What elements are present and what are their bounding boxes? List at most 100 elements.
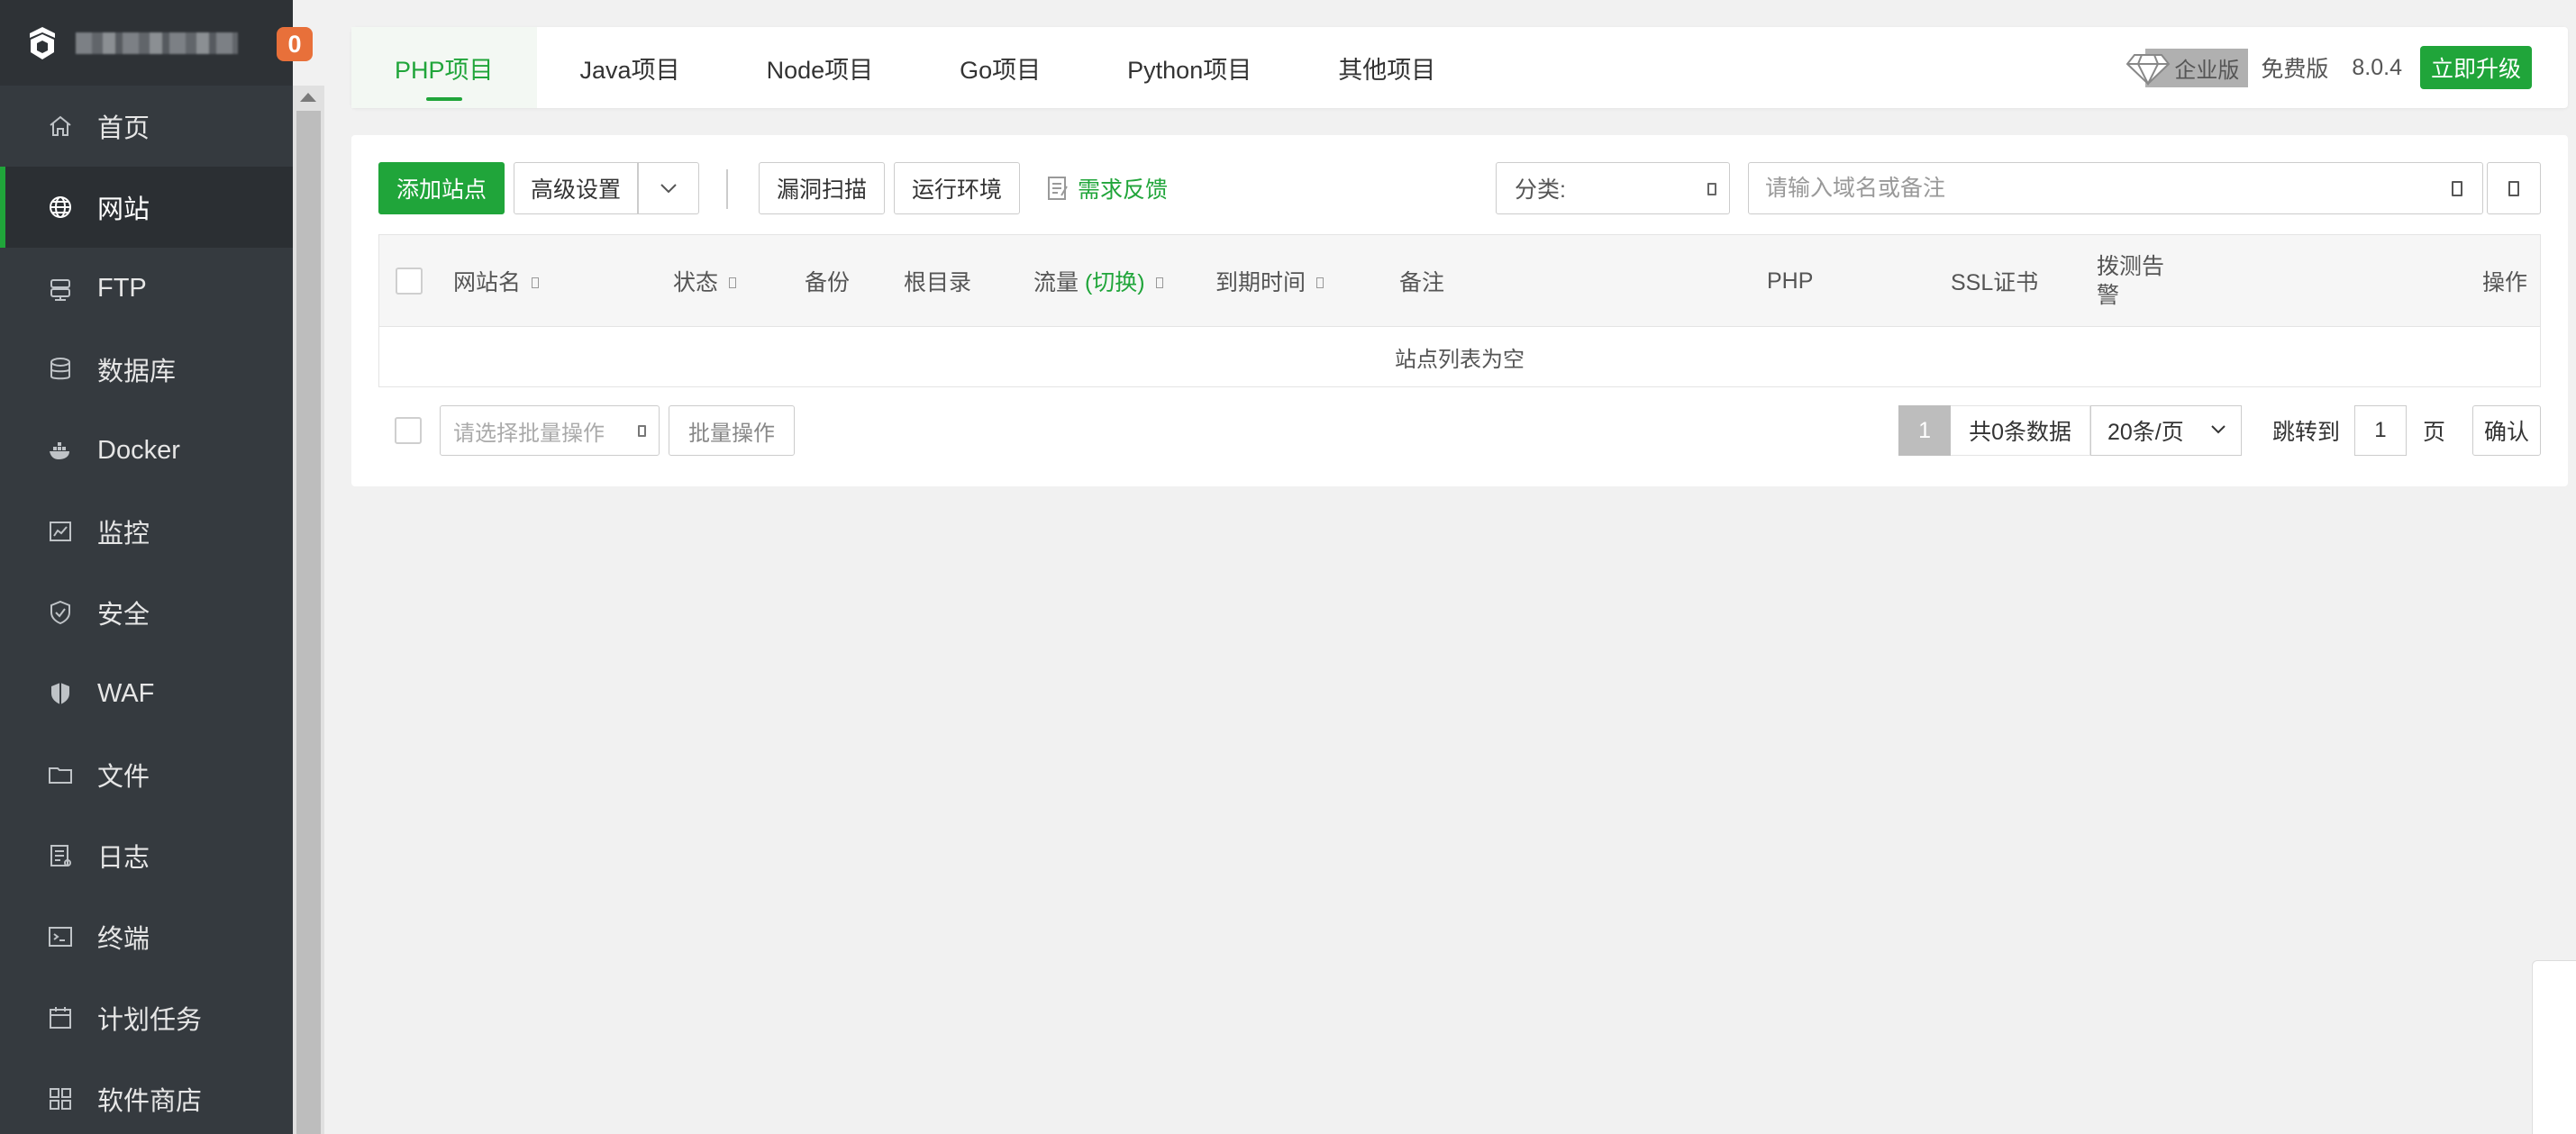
- category-label: 分类:: [1515, 177, 1566, 203]
- sidebar-item-monitor[interactable]: 监控: [0, 491, 293, 572]
- select-all-checkbox[interactable]: [396, 268, 423, 295]
- tab-php[interactable]: PHP项目: [351, 27, 537, 108]
- sidebar-item-label: WAF: [97, 678, 155, 708]
- sidebar: 0 首页 网站 FTP 数据库 Docker 监控 安全 WAF 文件 日志 终…: [0, 0, 313, 1134]
- monitor-icon: [47, 518, 74, 545]
- tab-node[interactable]: Node项目: [724, 27, 917, 108]
- scrollbar-thumb[interactable]: [296, 111, 321, 1134]
- vulnerability-scan-button[interactable]: 漏洞扫描: [759, 162, 885, 214]
- page-unit-label: 页: [2422, 420, 2445, 445]
- sidebar-item-terminal[interactable]: 终端: [0, 896, 293, 977]
- sidebar-item-home[interactable]: 首页: [0, 86, 293, 167]
- total-count: 共0条数据: [1951, 405, 2090, 456]
- runtime-env-button[interactable]: 运行环境: [894, 162, 1020, 214]
- settings-icon: [2508, 180, 2519, 196]
- category-select[interactable]: 分类:: [1496, 162, 1730, 214]
- page-size-value: 20条/页: [2107, 420, 2184, 445]
- sidebar-item-database[interactable]: 数据库: [0, 329, 293, 410]
- version-number[interactable]: 8.0.4: [2352, 55, 2402, 81]
- batch-operation-select[interactable]: 请选择批量操作: [440, 405, 660, 456]
- tab-java[interactable]: Java项目: [537, 27, 724, 108]
- page-size-select[interactable]: 20条/页: [2089, 405, 2242, 456]
- column-backup: 备份: [805, 270, 851, 295]
- add-site-button[interactable]: 添加站点: [378, 162, 505, 214]
- floating-side-panel[interactable]: [2532, 960, 2576, 1134]
- column-alarm-label-2: 警: [2097, 283, 2120, 308]
- free-edition-label: 免费版: [2261, 57, 2329, 82]
- sidebar-nav: 首页 网站 FTP 数据库 Docker 监控 安全 WAF 文件 日志 终端 …: [0, 86, 293, 1134]
- notification-badge[interactable]: 0: [277, 27, 313, 61]
- column-traffic[interactable]: 流量 (切换): [1033, 235, 1163, 327]
- jump-confirm-button[interactable]: 确认: [2472, 405, 2541, 456]
- sidebar-item-website[interactable]: 网站: [0, 167, 293, 248]
- page-number-current[interactable]: 1: [1898, 405, 1952, 456]
- column-alarm: 拨测告 警: [2097, 235, 2164, 327]
- column-expire[interactable]: 到期时间: [1215, 235, 1324, 327]
- search-box: [1748, 162, 2483, 214]
- column-ssl: SSL证书: [1951, 270, 2039, 295]
- globe-icon: [47, 194, 74, 221]
- traffic-switch-link[interactable]: (切换): [1085, 265, 1145, 297]
- home-icon: [47, 113, 74, 140]
- sidebar-item-label: 终端: [97, 925, 150, 954]
- advanced-dropdown-button[interactable]: [638, 162, 699, 214]
- enterprise-edition-link[interactable]: 企业版: [2125, 48, 2249, 87]
- sidebar-scrollbar[interactable]: [293, 86, 324, 1134]
- waf-shield-icon: [47, 680, 74, 707]
- sidebar-item-label: FTP: [97, 273, 147, 303]
- sidebar-item-cron[interactable]: 计划任务: [0, 977, 293, 1058]
- sidebar-item-logs[interactable]: 日志: [0, 815, 293, 896]
- shield-icon: [47, 599, 74, 626]
- feedback-link[interactable]: 需求反馈: [1047, 162, 1168, 214]
- table-footer: 请选择批量操作 批量操作 1 共0条数据 20条/页 跳转到 1 页 确认: [378, 405, 2541, 456]
- search-icon[interactable]: [2452, 181, 2462, 196]
- column-alarm-label-1: 拨测告: [2097, 254, 2165, 279]
- toolbar-divider: [726, 169, 728, 209]
- feedback-label: 需求反馈: [1078, 177, 1169, 203]
- advanced-settings-button[interactable]: 高级设置: [514, 162, 638, 214]
- sidebar-item-security[interactable]: 安全: [0, 572, 293, 653]
- sidebar-item-label: Docker: [97, 435, 180, 465]
- jump-page-input[interactable]: 1: [2353, 405, 2407, 456]
- sidebar-item-label: 日志: [97, 844, 150, 873]
- column-expire-label: 到期时间: [1215, 270, 1306, 295]
- tab-other[interactable]: 其他项目: [1295, 27, 1479, 108]
- apps-icon: [47, 1085, 74, 1112]
- sidebar-item-files[interactable]: 文件: [0, 734, 293, 815]
- column-status-label: 状态: [673, 270, 719, 295]
- tab-python[interactable]: Python项目: [1084, 27, 1295, 108]
- logo-icon: [27, 25, 58, 61]
- sidebar-item-docker[interactable]: Docker: [0, 410, 293, 491]
- column-php: PHP: [1767, 268, 1814, 294]
- sidebar-item-waf[interactable]: WAF: [0, 653, 293, 734]
- sidebar-item-appstore[interactable]: 软件商店: [0, 1058, 293, 1134]
- ftp-icon: [47, 275, 74, 302]
- docker-icon: [47, 437, 74, 464]
- sidebar-item-label: 网站: [97, 195, 150, 224]
- batch-select-checkbox[interactable]: [395, 417, 422, 444]
- sidebar-item-ftp[interactable]: FTP: [0, 248, 293, 329]
- project-tabs-bar: PHP项目 Java项目 Node项目 Go项目 Python项目 其他项目 企…: [351, 27, 2568, 108]
- column-settings-button[interactable]: [2487, 162, 2541, 214]
- calendar-icon: [47, 1004, 74, 1031]
- log-icon: [47, 842, 74, 869]
- column-name-label: 网站名: [453, 270, 522, 295]
- sidebar-item-label: 计划任务: [97, 1006, 203, 1035]
- toolbar: 添加站点 高级设置 漏洞扫描 运行环境 需求反馈 分类:: [378, 162, 2541, 214]
- column-name[interactable]: 网站名: [453, 235, 540, 327]
- terminal-icon: [47, 923, 74, 950]
- edition-info: 企业版 免费版 8.0.4 立即升级: [2125, 27, 2568, 108]
- scroll-up-arrow-icon[interactable]: [300, 93, 316, 102]
- sort-icon: [532, 277, 540, 288]
- sidebar-item-label: 监控: [97, 520, 150, 549]
- chevron-down-icon: [2211, 425, 2226, 434]
- batch-operation-button[interactable]: 批量操作: [669, 405, 795, 456]
- search-input[interactable]: [1765, 175, 2396, 202]
- column-status[interactable]: 状态: [673, 235, 737, 327]
- dropdown-icon: [1707, 183, 1716, 195]
- database-icon: [47, 356, 74, 383]
- sidebar-item-label: 软件商店: [97, 1087, 203, 1116]
- tab-go[interactable]: Go项目: [916, 27, 1084, 108]
- chevron-down-icon: [660, 184, 677, 194]
- upgrade-button[interactable]: 立即升级: [2419, 46, 2532, 89]
